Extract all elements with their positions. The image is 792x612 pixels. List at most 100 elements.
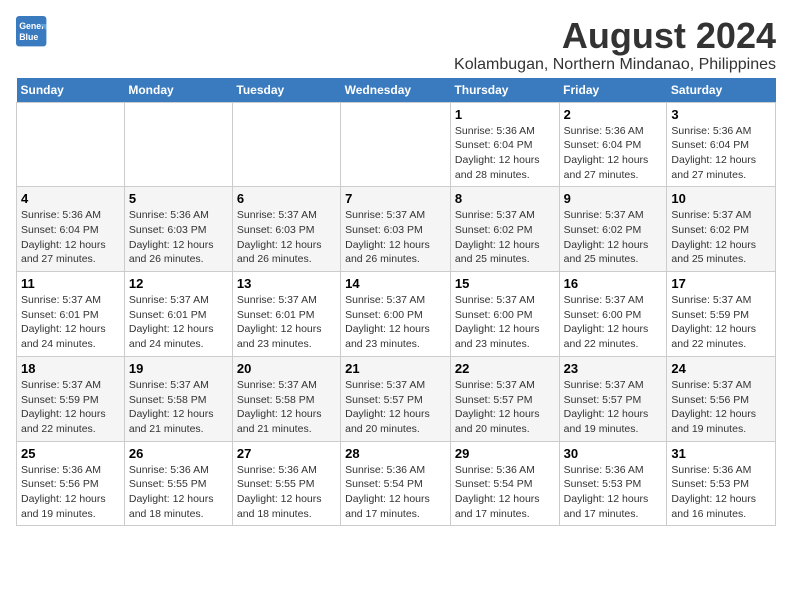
- day-number: 15: [455, 276, 555, 291]
- calendar-cell: 1 Sunrise: 5:36 AM Sunset: 6:04 PM Daylig…: [450, 102, 559, 187]
- day-number: 31: [671, 446, 771, 461]
- day-number: 17: [671, 276, 771, 291]
- day-info: Sunrise: 5:37 AM Sunset: 6:00 PM Dayligh…: [345, 293, 446, 352]
- calendar-cell: 20 Sunrise: 5:37 AM Sunset: 5:58 PM Dayli…: [232, 356, 340, 441]
- weekday-header-friday: Friday: [559, 78, 667, 103]
- calendar-cell: 21 Sunrise: 5:37 AM Sunset: 5:57 PM Dayli…: [341, 356, 451, 441]
- day-number: 13: [237, 276, 336, 291]
- calendar-cell: 18Sunrise: 5:37 AM Sunset: 5:59 PM Dayli…: [17, 356, 125, 441]
- day-number: 27: [237, 446, 336, 461]
- day-info: Sunrise: 5:37 AM Sunset: 6:01 PM Dayligh…: [21, 293, 120, 352]
- calendar-cell: 15 Sunrise: 5:37 AM Sunset: 6:00 PM Dayli…: [450, 272, 559, 357]
- day-number: 11: [21, 276, 120, 291]
- calendar-cell: 10 Sunrise: 5:37 AM Sunset: 6:02 PM Dayli…: [667, 187, 776, 272]
- calendar-cell: [124, 102, 232, 187]
- day-info: Sunrise: 5:37 AM Sunset: 6:03 PM Dayligh…: [345, 208, 446, 267]
- day-number: 19: [129, 361, 228, 376]
- calendar-cell: 7 Sunrise: 5:37 AM Sunset: 6:03 PM Daylig…: [341, 187, 451, 272]
- day-number: 2: [564, 107, 663, 122]
- day-info: Sunrise: 5:36 AM Sunset: 6:04 PM Dayligh…: [671, 124, 771, 183]
- calendar-cell: 4Sunrise: 5:36 AM Sunset: 6:04 PM Daylig…: [17, 187, 125, 272]
- calendar-cell: 9 Sunrise: 5:37 AM Sunset: 6:02 PM Daylig…: [559, 187, 667, 272]
- day-info: Sunrise: 5:36 AM Sunset: 5:54 PM Dayligh…: [455, 463, 555, 522]
- calendar-subtitle: Kolambugan, Northern Mindanao, Philippin…: [454, 56, 776, 74]
- calendar-cell: 17Sunrise: 5:37 AM Sunset: 5:59 PM Dayli…: [667, 272, 776, 357]
- day-number: 9: [564, 191, 663, 206]
- day-info: Sunrise: 5:37 AM Sunset: 6:03 PM Dayligh…: [237, 208, 336, 267]
- day-number: 6: [237, 191, 336, 206]
- day-info: Sunrise: 5:36 AM Sunset: 6:03 PM Dayligh…: [129, 208, 228, 267]
- day-info: Sunrise: 5:36 AM Sunset: 5:53 PM Dayligh…: [671, 463, 771, 522]
- weekday-header-sunday: Sunday: [17, 78, 125, 103]
- calendar-cell: 6 Sunrise: 5:37 AM Sunset: 6:03 PM Daylig…: [232, 187, 340, 272]
- day-number: 22: [455, 361, 555, 376]
- title-block: August 2024 Kolambugan, Northern Mindana…: [454, 16, 776, 74]
- day-number: 16: [564, 276, 663, 291]
- calendar-cell: 31 Sunrise: 5:36 AM Sunset: 5:53 PM Dayli…: [667, 441, 776, 526]
- logo: General Blue: [16, 16, 48, 48]
- calendar-cell: 2Sunrise: 5:36 AM Sunset: 6:04 PM Daylig…: [559, 102, 667, 187]
- calendar-cell: 5Sunrise: 5:36 AM Sunset: 6:03 PM Daylig…: [124, 187, 232, 272]
- day-number: 30: [564, 446, 663, 461]
- calendar-week-2: 4Sunrise: 5:36 AM Sunset: 6:04 PM Daylig…: [17, 187, 776, 272]
- calendar-cell: 29 Sunrise: 5:36 AM Sunset: 5:54 PM Dayli…: [450, 441, 559, 526]
- calendar-cell: 24 Sunrise: 5:37 AM Sunset: 5:56 PM Dayli…: [667, 356, 776, 441]
- calendar-week-5: 25 Sunrise: 5:36 AM Sunset: 5:56 PM Dayli…: [17, 441, 776, 526]
- day-info: Sunrise: 5:37 AM Sunset: 6:02 PM Dayligh…: [671, 208, 771, 267]
- day-info: Sunrise: 5:37 AM Sunset: 6:01 PM Dayligh…: [237, 293, 336, 352]
- calendar-title: August 2024: [454, 16, 776, 56]
- weekday-header-tuesday: Tuesday: [232, 78, 340, 103]
- calendar-cell: 11 Sunrise: 5:37 AM Sunset: 6:01 PM Dayli…: [17, 272, 125, 357]
- header: General Blue August 2024 Kolambugan, Nor…: [16, 16, 776, 74]
- day-info: Sunrise: 5:37 AM Sunset: 6:00 PM Dayligh…: [455, 293, 555, 352]
- day-info: Sunrise: 5:36 AM Sunset: 5:55 PM Dayligh…: [129, 463, 228, 522]
- day-info: Sunrise: 5:36 AM Sunset: 5:55 PM Dayligh…: [237, 463, 336, 522]
- day-number: 7: [345, 191, 446, 206]
- calendar-cell: 28Sunrise: 5:36 AM Sunset: 5:54 PM Dayli…: [341, 441, 451, 526]
- day-info: Sunrise: 5:37 AM Sunset: 6:02 PM Dayligh…: [564, 208, 663, 267]
- day-info: Sunrise: 5:36 AM Sunset: 5:54 PM Dayligh…: [345, 463, 446, 522]
- calendar-cell: 3 Sunrise: 5:36 AM Sunset: 6:04 PM Daylig…: [667, 102, 776, 187]
- day-number: 21: [345, 361, 446, 376]
- day-number: 8: [455, 191, 555, 206]
- weekday-header-row: SundayMondayTuesdayWednesdayThursdayFrid…: [17, 78, 776, 103]
- day-info: Sunrise: 5:36 AM Sunset: 6:04 PM Dayligh…: [455, 124, 555, 183]
- day-number: 20: [237, 361, 336, 376]
- logo-icon: General Blue: [16, 16, 48, 48]
- day-info: Sunrise: 5:36 AM Sunset: 5:56 PM Dayligh…: [21, 463, 120, 522]
- calendar-week-4: 18Sunrise: 5:37 AM Sunset: 5:59 PM Dayli…: [17, 356, 776, 441]
- day-info: Sunrise: 5:36 AM Sunset: 5:53 PM Dayligh…: [564, 463, 663, 522]
- calendar-cell: 25 Sunrise: 5:36 AM Sunset: 5:56 PM Dayli…: [17, 441, 125, 526]
- day-info: Sunrise: 5:37 AM Sunset: 6:02 PM Dayligh…: [455, 208, 555, 267]
- day-info: Sunrise: 5:37 AM Sunset: 5:56 PM Dayligh…: [671, 378, 771, 437]
- calendar-cell: 27 Sunrise: 5:36 AM Sunset: 5:55 PM Dayli…: [232, 441, 340, 526]
- day-number: 10: [671, 191, 771, 206]
- day-info: Sunrise: 5:37 AM Sunset: 6:01 PM Dayligh…: [129, 293, 228, 352]
- day-info: Sunrise: 5:37 AM Sunset: 6:00 PM Dayligh…: [564, 293, 663, 352]
- calendar-cell: 30 Sunrise: 5:36 AM Sunset: 5:53 PM Dayli…: [559, 441, 667, 526]
- day-info: Sunrise: 5:37 AM Sunset: 5:57 PM Dayligh…: [345, 378, 446, 437]
- calendar-cell: 23Sunrise: 5:37 AM Sunset: 5:57 PM Dayli…: [559, 356, 667, 441]
- day-number: 1: [455, 107, 555, 122]
- weekday-header-thursday: Thursday: [450, 78, 559, 103]
- svg-text:Blue: Blue: [19, 32, 38, 42]
- calendar-week-1: 1 Sunrise: 5:36 AM Sunset: 6:04 PM Daylig…: [17, 102, 776, 187]
- weekday-header-saturday: Saturday: [667, 78, 776, 103]
- day-info: Sunrise: 5:37 AM Sunset: 5:57 PM Dayligh…: [455, 378, 555, 437]
- day-number: 3: [671, 107, 771, 122]
- calendar-week-3: 11 Sunrise: 5:37 AM Sunset: 6:01 PM Dayli…: [17, 272, 776, 357]
- day-info: Sunrise: 5:37 AM Sunset: 5:58 PM Dayligh…: [237, 378, 336, 437]
- day-number: 4: [21, 191, 120, 206]
- calendar-cell: 16 Sunrise: 5:37 AM Sunset: 6:00 PM Dayli…: [559, 272, 667, 357]
- calendar-cell: [17, 102, 125, 187]
- day-number: 25: [21, 446, 120, 461]
- day-number: 29: [455, 446, 555, 461]
- calendar-cell: 8 Sunrise: 5:37 AM Sunset: 6:02 PM Daylig…: [450, 187, 559, 272]
- day-info: Sunrise: 5:37 AM Sunset: 5:59 PM Dayligh…: [21, 378, 120, 437]
- calendar-cell: [341, 102, 451, 187]
- day-number: 12: [129, 276, 228, 291]
- calendar-cell: 26 Sunrise: 5:36 AM Sunset: 5:55 PM Dayli…: [124, 441, 232, 526]
- weekday-header-wednesday: Wednesday: [341, 78, 451, 103]
- day-number: 24: [671, 361, 771, 376]
- day-number: 26: [129, 446, 228, 461]
